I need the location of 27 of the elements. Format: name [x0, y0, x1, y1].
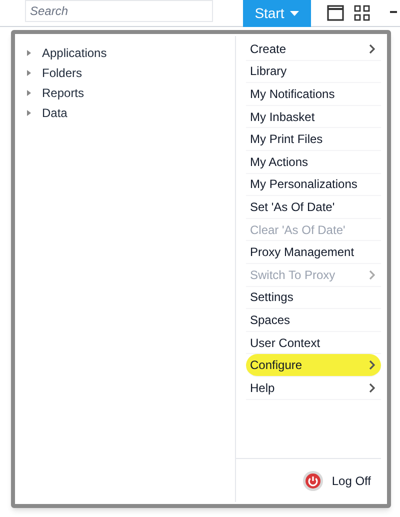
expand-icon[interactable]: [27, 110, 31, 116]
menu-item[interactable]: Proxy Management: [246, 241, 381, 264]
menu-item[interactable]: Spaces: [246, 309, 381, 332]
expand-icon[interactable]: [27, 70, 31, 76]
tree-item[interactable]: Folders: [42, 64, 82, 82]
menu-item[interactable]: My Actions: [246, 150, 381, 174]
expand-icon[interactable]: [27, 90, 31, 96]
log-off-button[interactable]: Log Off: [302, 470, 371, 492]
search-field[interactable]: Search: [25, 0, 213, 22]
menu-item[interactable]: Configure: [246, 354, 381, 377]
power-icon: [302, 470, 324, 492]
menu-item[interactable]: My Notifications: [246, 83, 381, 106]
tree-item[interactable]: Reports: [42, 84, 84, 102]
tree-item[interactable]: Applications: [42, 44, 107, 62]
menu-item[interactable]: Create: [246, 38, 381, 61]
caret-icon: [290, 10, 300, 16]
menu-item[interactable]: Library: [246, 60, 381, 84]
menu-item[interactable]: Set 'As Of Date': [246, 196, 381, 219]
menu-item[interactable]: Settings: [246, 286, 381, 310]
menu-item[interactable]: My Inbasket: [246, 106, 381, 128]
expand-icon[interactable]: [27, 50, 31, 56]
menu-item[interactable]: My Print Files: [246, 128, 381, 151]
grid-icon[interactable]: [354, 5, 370, 21]
menu-item[interactable]: My Personalizations: [246, 174, 381, 196]
tree-item[interactable]: Data: [42, 104, 68, 122]
menu-item[interactable]: Help: [246, 376, 381, 400]
window-icon[interactable]: [327, 5, 344, 21]
